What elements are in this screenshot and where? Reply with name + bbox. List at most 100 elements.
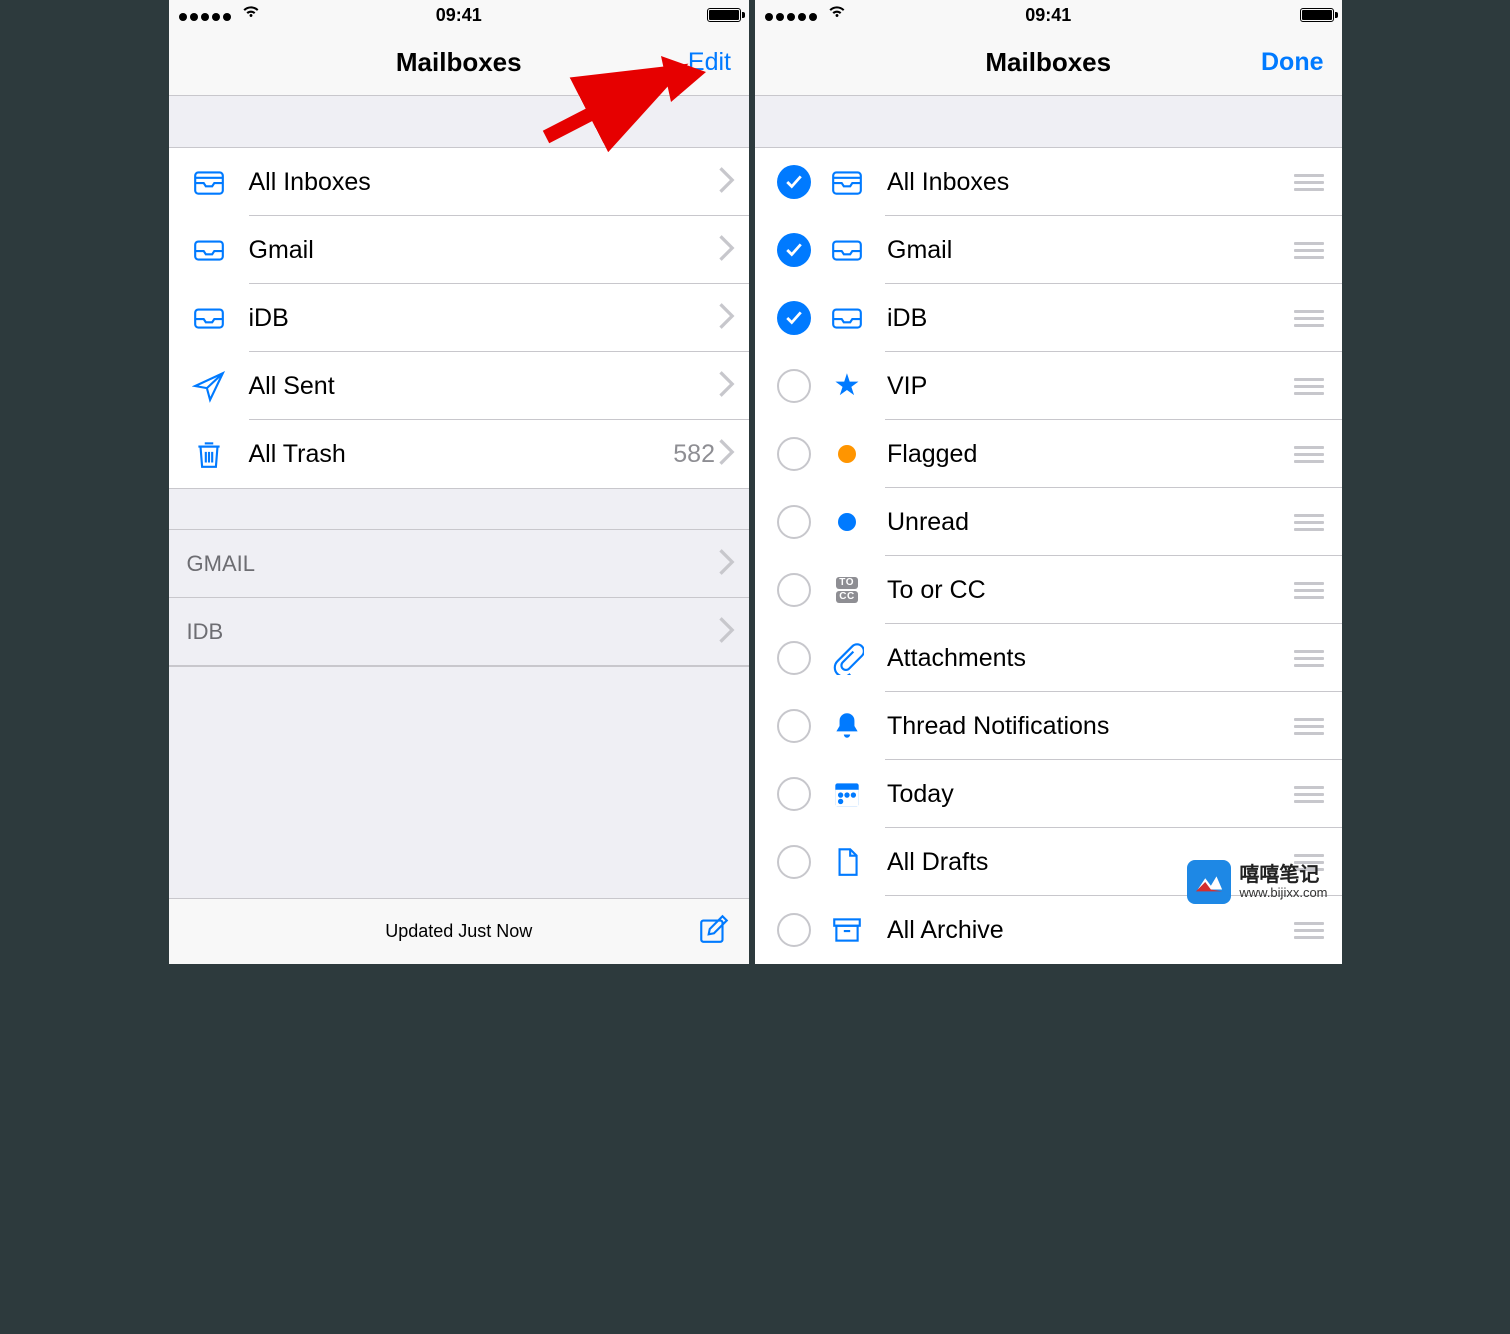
star-icon: ★ [829,368,865,404]
unread-count: 582 [673,440,715,469]
mailbox-label: Unread [887,508,1294,537]
mailbox-label: All Archive [887,916,1294,945]
bell-icon [829,708,865,744]
mailbox-label: Gmail [249,236,720,265]
checkbox[interactable] [777,641,811,675]
drag-handle-icon[interactable] [1294,378,1324,395]
edit-row[interactable]: TOCC To or CC [755,556,1342,624]
drag-handle-icon[interactable] [1294,718,1324,735]
chevron-right-icon [719,235,735,266]
edit-row[interactable]: Thread Notifications [755,692,1342,760]
mailbox-row-all-trash[interactable]: All Trash 582 [169,420,750,488]
archive-icon [829,912,865,948]
mailbox-label: Attachments [887,644,1294,673]
inbox-icon [829,232,865,268]
edit-row[interactable]: All Inboxes [755,148,1342,216]
checkbox[interactable] [777,233,811,267]
status-bar: 09:41 [755,0,1342,30]
edit-button[interactable]: Edit [688,48,731,77]
section-spacer [755,96,1342,148]
mailbox-label: All Inboxes [887,168,1294,197]
inbox-icon [191,232,227,268]
checkbox[interactable] [777,845,811,879]
drag-handle-icon[interactable] [1294,514,1324,531]
chevron-right-icon [719,371,735,402]
checkbox[interactable] [777,709,811,743]
all-inboxes-icon [191,164,227,200]
mailbox-label: Thread Notifications [887,712,1294,741]
drag-handle-icon[interactable] [1294,446,1324,463]
draft-icon [829,844,865,880]
checkbox[interactable] [777,573,811,607]
screenshot-right: 09:41 Mailboxes Done All Inboxes Gmail iDB… [755,0,1342,964]
all-inboxes-icon [829,164,865,200]
watermark-url: www.bijixx.com [1239,886,1327,900]
clip-icon [829,640,865,676]
chevron-right-icon [719,549,735,580]
screenshot-left: 09:41 Mailboxes Edit All Inboxes Gmail [169,0,756,964]
edit-row[interactable]: All Archive [755,896,1342,964]
status-bar: 09:41 [169,0,750,30]
page-title: Mailboxes [396,47,522,78]
chevron-right-icon [719,303,735,334]
mailbox-label: iDB [249,304,720,333]
bottom-toolbar: Updated Just Now [169,898,750,964]
tocc-icon: TOCC [829,572,865,608]
edit-mailboxes-group: All Inboxes Gmail iDB ★ VIP Flagged Unread TOCC… [755,148,1342,964]
today-icon [829,776,865,812]
watermark-logo-icon [1187,860,1231,904]
chevron-right-icon [719,617,735,648]
mailboxes-group: All Inboxes Gmail iDB [169,148,750,489]
navbar: Mailboxes Done [755,30,1342,96]
account-row-gmail[interactable]: GMAIL [169,530,750,598]
drag-handle-icon[interactable] [1294,922,1324,939]
mailbox-label: Flagged [887,440,1294,469]
account-row-idb[interactable]: IDB [169,598,750,666]
mailbox-label: All Inboxes [249,168,720,197]
checkbox[interactable] [777,301,811,335]
watermark: 嘻嘻笔记 www.bijixx.com [1187,860,1327,904]
checkbox[interactable] [777,437,811,471]
checkbox[interactable] [777,369,811,403]
checkbox[interactable] [777,777,811,811]
done-button[interactable]: Done [1261,48,1324,77]
sent-icon [191,368,227,404]
drag-handle-icon[interactable] [1294,650,1324,667]
edit-row[interactable]: Attachments [755,624,1342,692]
accounts-group: GMAIL IDB [169,529,750,667]
compose-button[interactable] [697,912,731,951]
mailbox-label: VIP [887,372,1294,401]
checkbox[interactable] [777,913,811,947]
mailbox-label: All Sent [249,372,720,401]
checkbox[interactable] [777,165,811,199]
drag-handle-icon[interactable] [1294,174,1324,191]
watermark-brand: 嘻嘻笔记 [1239,864,1327,886]
inbox-icon [191,300,227,336]
trash-icon [191,436,227,472]
navbar: Mailboxes Edit [169,30,750,96]
account-label: IDB [187,619,720,645]
drag-handle-icon[interactable] [1294,242,1324,259]
mailbox-label: Gmail [887,236,1294,265]
unread-dot-icon [829,504,865,540]
edit-row[interactable]: ★ VIP [755,352,1342,420]
mailbox-row-idb[interactable]: iDB [169,284,750,352]
edit-row[interactable]: Gmail [755,216,1342,284]
account-label: GMAIL [187,551,720,577]
chevron-right-icon [719,167,735,198]
drag-handle-icon[interactable] [1294,310,1324,327]
checkbox[interactable] [777,505,811,539]
battery-icon [1300,8,1334,22]
drag-handle-icon[interactable] [1294,786,1324,803]
mailbox-label: Today [887,780,1294,809]
edit-row[interactable]: iDB [755,284,1342,352]
edit-row[interactable]: Today [755,760,1342,828]
mailbox-label: To or CC [887,576,1294,605]
mailbox-row-all-sent[interactable]: All Sent [169,352,750,420]
edit-row[interactable]: Flagged [755,420,1342,488]
mailbox-label: All Trash [249,440,674,469]
edit-row[interactable]: Unread [755,488,1342,556]
drag-handle-icon[interactable] [1294,582,1324,599]
mailbox-row-all-inboxes[interactable]: All Inboxes [169,148,750,216]
mailbox-row-gmail[interactable]: Gmail [169,216,750,284]
